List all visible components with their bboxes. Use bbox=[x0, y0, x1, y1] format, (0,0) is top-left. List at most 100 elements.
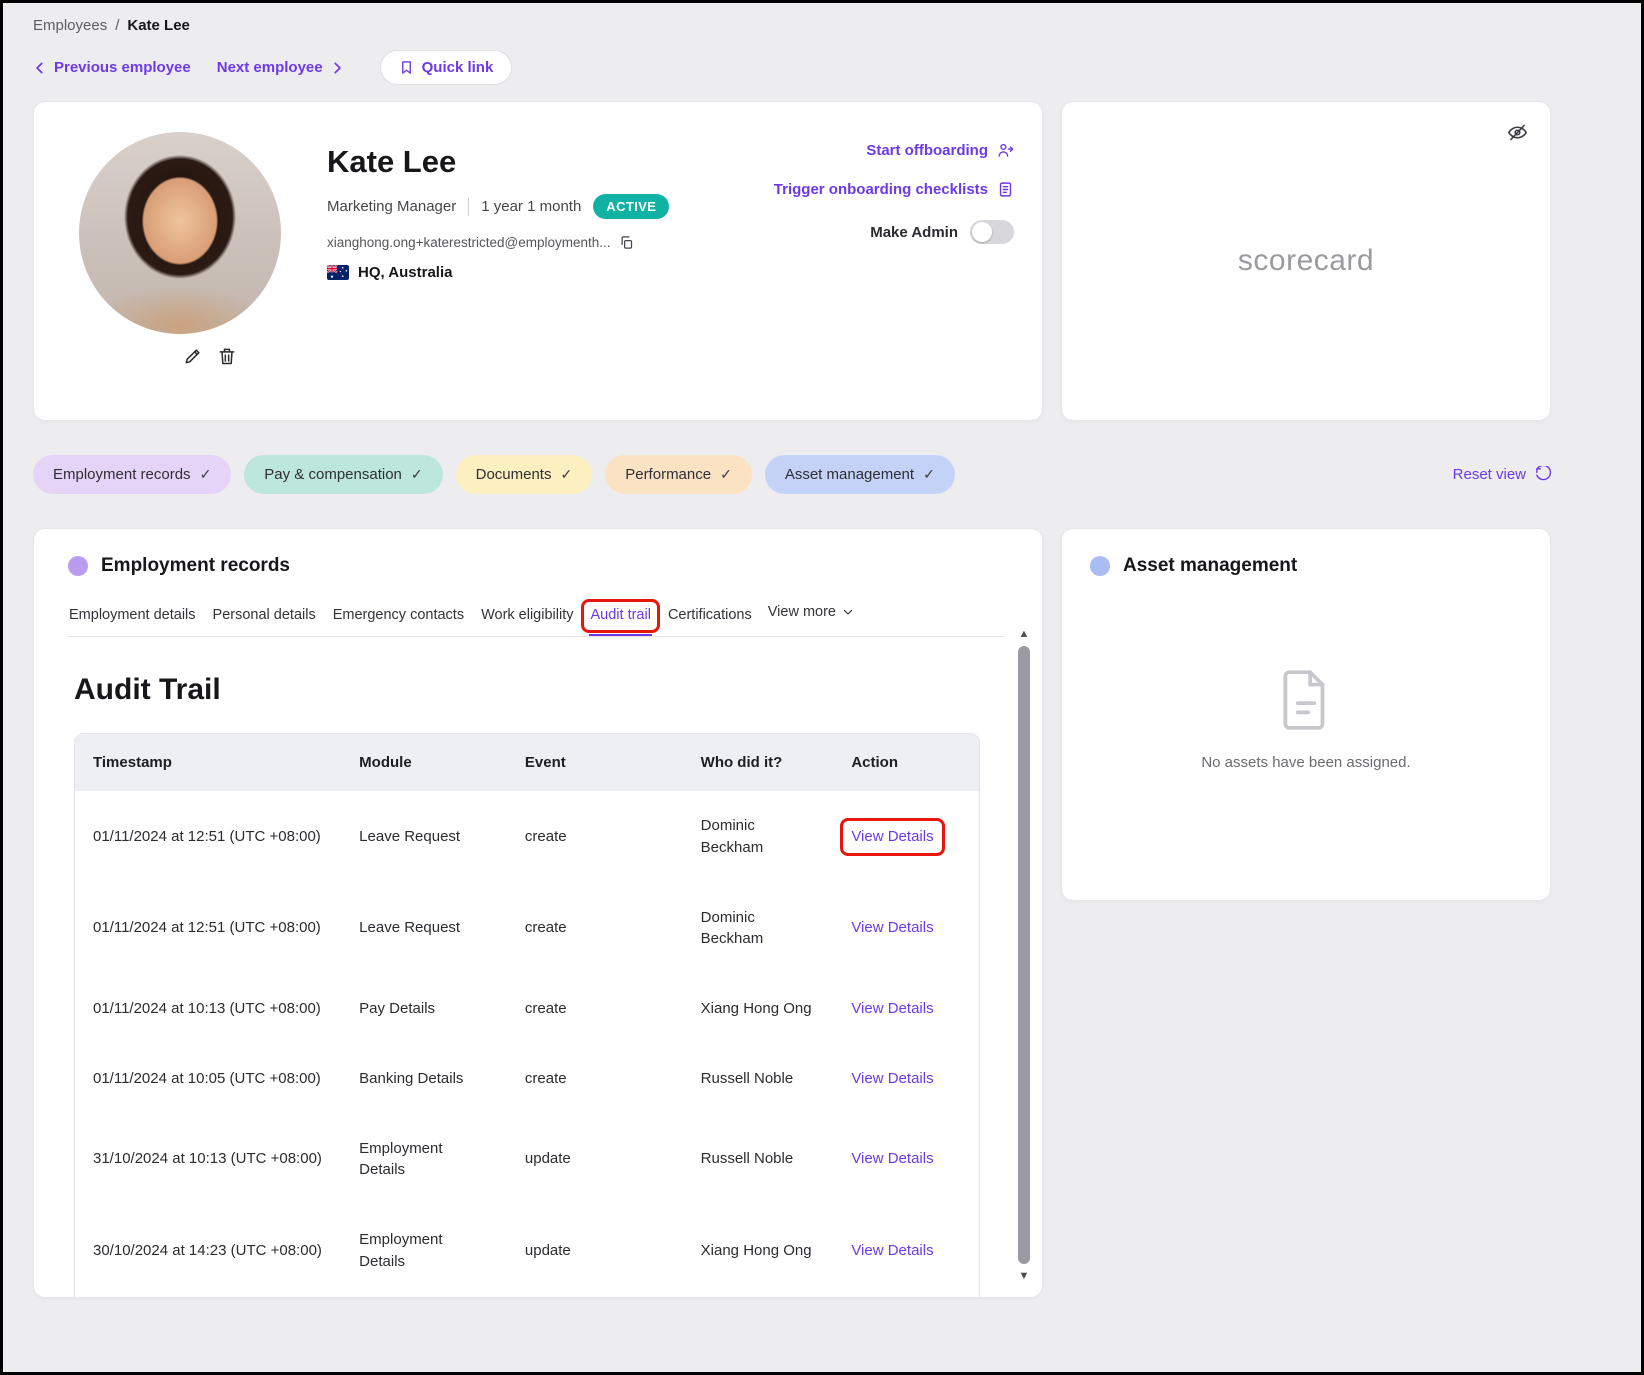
scorecard-card: scorecard bbox=[1061, 101, 1551, 421]
header-who: Who did it? bbox=[683, 734, 834, 791]
table-row: 01/11/2024 at 12:51 (UTC +08:00) Leave R… bbox=[75, 883, 979, 975]
employee-nav: Previous employee Next employee Quick li… bbox=[33, 50, 1551, 85]
previous-employee-button[interactable]: Previous employee bbox=[33, 59, 191, 76]
table-header-row: Timestamp Module Event Who did it? Actio… bbox=[75, 734, 979, 791]
view-details-link[interactable]: View Details bbox=[851, 1068, 933, 1090]
start-offboarding-button[interactable]: Start offboarding bbox=[866, 142, 1014, 159]
cell-who: Xiang Hong Ong bbox=[683, 1297, 834, 1299]
view-details-link[interactable]: View Details bbox=[851, 1148, 933, 1170]
reset-view-button[interactable]: Reset view bbox=[1453, 466, 1551, 483]
bookmark-icon bbox=[399, 60, 414, 75]
section-filter-pills: Employment records ✓ Pay & compensation … bbox=[33, 455, 1551, 494]
cell-module: Employment Details bbox=[341, 1114, 507, 1206]
audit-trail-table: Timestamp Module Event Who did it? Actio… bbox=[74, 733, 980, 1298]
pill-asset-management[interactable]: Asset management ✓ bbox=[765, 455, 955, 494]
cell-module: Employment Details bbox=[341, 1205, 507, 1297]
cell-timestamp: 30/10/2024 at 09:45 (UTC +08:00) bbox=[75, 1297, 341, 1299]
divider bbox=[468, 198, 469, 216]
scrollbar-thumb[interactable] bbox=[1018, 646, 1030, 1264]
pill-employment-records[interactable]: Employment records ✓ bbox=[33, 455, 231, 494]
toggle-knob bbox=[972, 222, 992, 242]
hide-scorecard-icon[interactable] bbox=[1507, 122, 1528, 148]
make-admin-toggle[interactable] bbox=[970, 220, 1014, 244]
cell-who: Russell Noble bbox=[683, 1044, 834, 1114]
table-row: 31/10/2024 at 10:13 (UTC +08:00) Employm… bbox=[75, 1114, 979, 1206]
quick-link-button[interactable]: Quick link bbox=[380, 50, 513, 85]
cell-event: create bbox=[507, 974, 683, 1044]
make-admin-row: Make Admin bbox=[870, 220, 1014, 244]
audit-trail-heading: Audit Trail bbox=[74, 673, 1004, 707]
status-badge: ACTIVE bbox=[593, 194, 669, 219]
check-icon: ✓ bbox=[411, 466, 423, 483]
view-details-link[interactable]: View Details bbox=[851, 998, 933, 1020]
scorecard-placeholder: scorecard bbox=[1238, 244, 1374, 278]
pill-performance[interactable]: Performance ✓ bbox=[605, 455, 752, 494]
records-tabs: Employment details Personal details Emer… bbox=[68, 601, 1004, 637]
cell-module: Leave Request bbox=[341, 883, 507, 975]
check-icon: ✓ bbox=[720, 466, 732, 483]
view-more-dropdown[interactable]: View more bbox=[768, 604, 854, 633]
cell-event: create bbox=[507, 1044, 683, 1114]
cell-module: Pay Details bbox=[341, 974, 507, 1044]
view-details-link[interactable]: View Details bbox=[851, 1240, 933, 1262]
header-timestamp: Timestamp bbox=[75, 734, 341, 791]
edit-avatar-icon[interactable] bbox=[183, 346, 203, 366]
employee-name: Kate Lee bbox=[327, 144, 694, 180]
header-module: Module bbox=[341, 734, 507, 791]
cell-module: Employment History bbox=[341, 1297, 507, 1299]
asset-management-title: Asset management bbox=[1123, 555, 1297, 577]
pill-pay-compensation[interactable]: Pay & compensation ✓ bbox=[244, 455, 442, 494]
app-window: Employees / Kate Lee Previous employee N… bbox=[0, 0, 1644, 1375]
asset-management-dot bbox=[1090, 556, 1110, 576]
cell-timestamp: 01/11/2024 at 10:13 (UTC +08:00) bbox=[75, 974, 341, 1044]
employee-location: HQ, Australia bbox=[358, 264, 452, 281]
header-event: Event bbox=[507, 734, 683, 791]
view-details-link[interactable]: View Details bbox=[851, 917, 933, 939]
cell-event: update bbox=[507, 1205, 683, 1297]
tab-certifications[interactable]: Certifications bbox=[667, 601, 753, 636]
empty-document-icon bbox=[1273, 666, 1339, 732]
asset-management-card: Asset management No assets have been ass… bbox=[1061, 528, 1551, 901]
employee-profile-card: Kate Lee Marketing Manager 1 year 1 mont… bbox=[33, 101, 1043, 421]
cell-who: Russell Noble bbox=[683, 1114, 834, 1206]
employee-role: Marketing Manager bbox=[327, 198, 456, 215]
breadcrumb-separator: / bbox=[115, 17, 119, 34]
trigger-onboarding-button[interactable]: Trigger onboarding checklists bbox=[774, 181, 1014, 198]
tab-personal-details[interactable]: Personal details bbox=[212, 601, 317, 636]
view-details-link[interactable]: View Details bbox=[851, 826, 933, 848]
undo-icon bbox=[1534, 466, 1551, 483]
chevron-right-icon bbox=[330, 61, 344, 75]
chevron-down-icon bbox=[842, 606, 854, 618]
employment-records-title: Employment records bbox=[101, 555, 290, 577]
table-row: 30/10/2024 at 14:23 (UTC +08:00) Employm… bbox=[75, 1205, 979, 1297]
cell-event: update bbox=[507, 1297, 683, 1299]
cell-who: Dominic Beckham bbox=[683, 883, 834, 975]
employment-records-dot bbox=[68, 556, 88, 576]
tab-employment-details[interactable]: Employment details bbox=[68, 601, 197, 636]
make-admin-label: Make Admin bbox=[870, 224, 958, 241]
checklist-document-icon bbox=[997, 181, 1014, 198]
cell-who: Xiang Hong Ong bbox=[683, 1205, 834, 1297]
pill-documents[interactable]: Documents ✓ bbox=[456, 455, 593, 494]
next-employee-button[interactable]: Next employee bbox=[217, 59, 344, 76]
table-row: 30/10/2024 at 09:45 (UTC +08:00) Employm… bbox=[75, 1297, 979, 1299]
australia-flag-icon bbox=[327, 265, 349, 280]
scroll-down-icon[interactable]: ▼ bbox=[1019, 1269, 1030, 1283]
cell-timestamp: 01/11/2024 at 10:05 (UTC +08:00) bbox=[75, 1044, 341, 1114]
breadcrumb-employees[interactable]: Employees bbox=[33, 17, 107, 34]
tab-emergency-contacts[interactable]: Emergency contacts bbox=[332, 601, 465, 636]
cell-timestamp: 01/11/2024 at 12:51 (UTC +08:00) bbox=[75, 883, 341, 975]
chevron-left-icon bbox=[33, 61, 47, 75]
employee-email: xianghong.ong+katerestricted@employmenth… bbox=[327, 235, 611, 250]
scroll-up-icon[interactable]: ▲ bbox=[1019, 627, 1030, 641]
breadcrumb-current: Kate Lee bbox=[127, 17, 190, 34]
tab-audit-trail[interactable]: Audit trail bbox=[589, 601, 651, 636]
delete-avatar-icon[interactable] bbox=[217, 346, 237, 366]
copy-icon[interactable] bbox=[619, 235, 634, 250]
cell-event: update bbox=[507, 1114, 683, 1206]
cell-timestamp: 30/10/2024 at 14:23 (UTC +08:00) bbox=[75, 1205, 341, 1297]
header-action: Action bbox=[833, 734, 979, 791]
cell-timestamp: 01/11/2024 at 12:51 (UTC +08:00) bbox=[75, 791, 341, 883]
table-row: 01/11/2024 at 10:13 (UTC +08:00) Pay Det… bbox=[75, 974, 979, 1044]
tab-work-eligibility[interactable]: Work eligibility bbox=[480, 601, 574, 636]
